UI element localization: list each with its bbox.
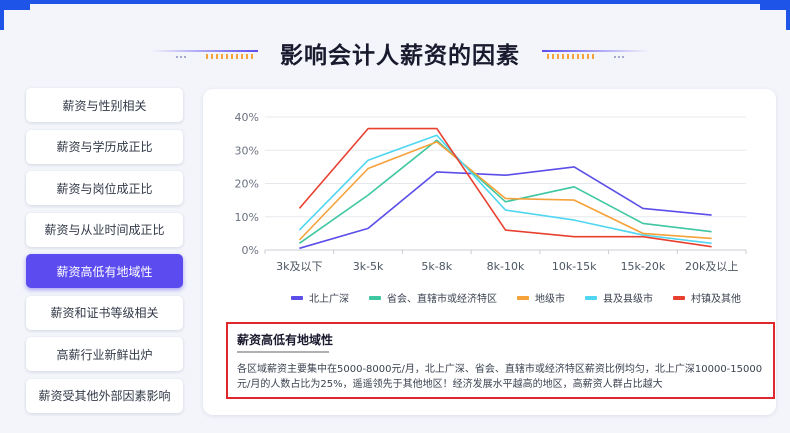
insight-body: 各区域薪资主要集中在5000-8000元/月，北上广深、省会、直辖市或经济特区薪… <box>237 364 763 390</box>
legend-item: 省会、直辖市或经济特区 <box>369 290 497 305</box>
menu-item-gender[interactable]: 薪资与性别相关 <box>26 88 183 122</box>
title-decoration-right-icon <box>542 50 650 59</box>
legend-swatch <box>517 295 529 300</box>
top-frame-bar <box>0 0 790 4</box>
x-tick-label: 3k-5k <box>353 260 384 273</box>
series-line <box>298 127 712 248</box>
y-tick-label: 0% <box>242 244 259 257</box>
menu-item-external[interactable]: 薪资受其他外部因素影响 <box>26 378 183 413</box>
x-tick-label: 8k-10k <box>487 260 525 273</box>
insight-title: 薪资高低有地域性 <box>237 333 334 347</box>
legend-label: 县及县级市 <box>603 294 653 305</box>
legend-swatch <box>585 295 597 300</box>
frame-edge-right <box>786 0 790 30</box>
page-header: 影响会计人薪资的因素 <box>150 32 650 72</box>
insight-title-underline <box>237 351 329 353</box>
menu-item-industry[interactable]: 高薪行业新鲜出炉 <box>26 337 183 371</box>
series-line <box>298 139 712 244</box>
salary-region-line-chart: 0% 10% 20% 30% 40% 3k及以下 3k-5k 5k-8k 8k-10k 10k-1… <box>235 111 747 273</box>
legend-label: 地级市 <box>535 294 565 305</box>
legend-item: 村镇及其他 <box>673 290 741 305</box>
factor-menu: 薪资与性别相关 薪资与学历成正比 薪资与岗位成正比 薪资与从业时间成正比 薪资高… <box>26 88 184 420</box>
series-line <box>298 134 712 245</box>
chart-legend: 北上广深 省会、直辖市或经济特区 地级市 县及县级市 村镇及其他 <box>291 290 761 305</box>
legend-label: 北上广深 <box>309 294 349 305</box>
y-tick-label: 10% <box>235 211 259 224</box>
legend-label: 省会、直辖市或经济特区 <box>387 294 497 305</box>
x-tick-label: 5k-8k <box>421 260 452 273</box>
frame-corner-left <box>0 0 30 10</box>
menu-item-region[interactable]: 薪资高低有地域性 <box>26 254 183 288</box>
y-tick-label: 30% <box>235 144 259 157</box>
y-tick-label: 40% <box>235 111 259 124</box>
legend-swatch <box>291 295 303 300</box>
legend-swatch <box>369 295 381 300</box>
menu-item-experience[interactable]: 薪资与从业时间成正比 <box>26 212 183 247</box>
insight-box: 薪资高低有地域性 各区域薪资主要集中在5000-8000元/月，北上广深、省会、… <box>226 322 775 399</box>
menu-item-certificate[interactable]: 薪资和证书等级相关 <box>26 295 183 330</box>
frame-edge-left <box>0 0 4 30</box>
x-tick-label: 10k-15k <box>552 260 597 273</box>
legend-item: 地级市 <box>517 290 565 305</box>
legend-swatch <box>673 295 685 300</box>
series-line <box>298 141 712 241</box>
legend-item: 县及县级市 <box>585 290 653 305</box>
x-tick-label: 20k及以上 <box>685 260 738 273</box>
y-tick-label: 20% <box>235 178 259 191</box>
legend-item: 北上广深 <box>291 290 349 305</box>
content-panel: 0% 10% 20% 30% 40% 3k及以下 3k-5k 5k-8k 8k-10k 10k-1… <box>203 89 776 415</box>
menu-item-education[interactable]: 薪资与学历成正比 <box>26 129 183 164</box>
legend-label: 村镇及其他 <box>691 294 741 305</box>
x-tick-label: 3k及以下 <box>276 260 322 273</box>
menu-item-position[interactable]: 薪资与岗位成正比 <box>26 171 183 205</box>
x-tick-label: 15k-20k <box>621 260 666 273</box>
